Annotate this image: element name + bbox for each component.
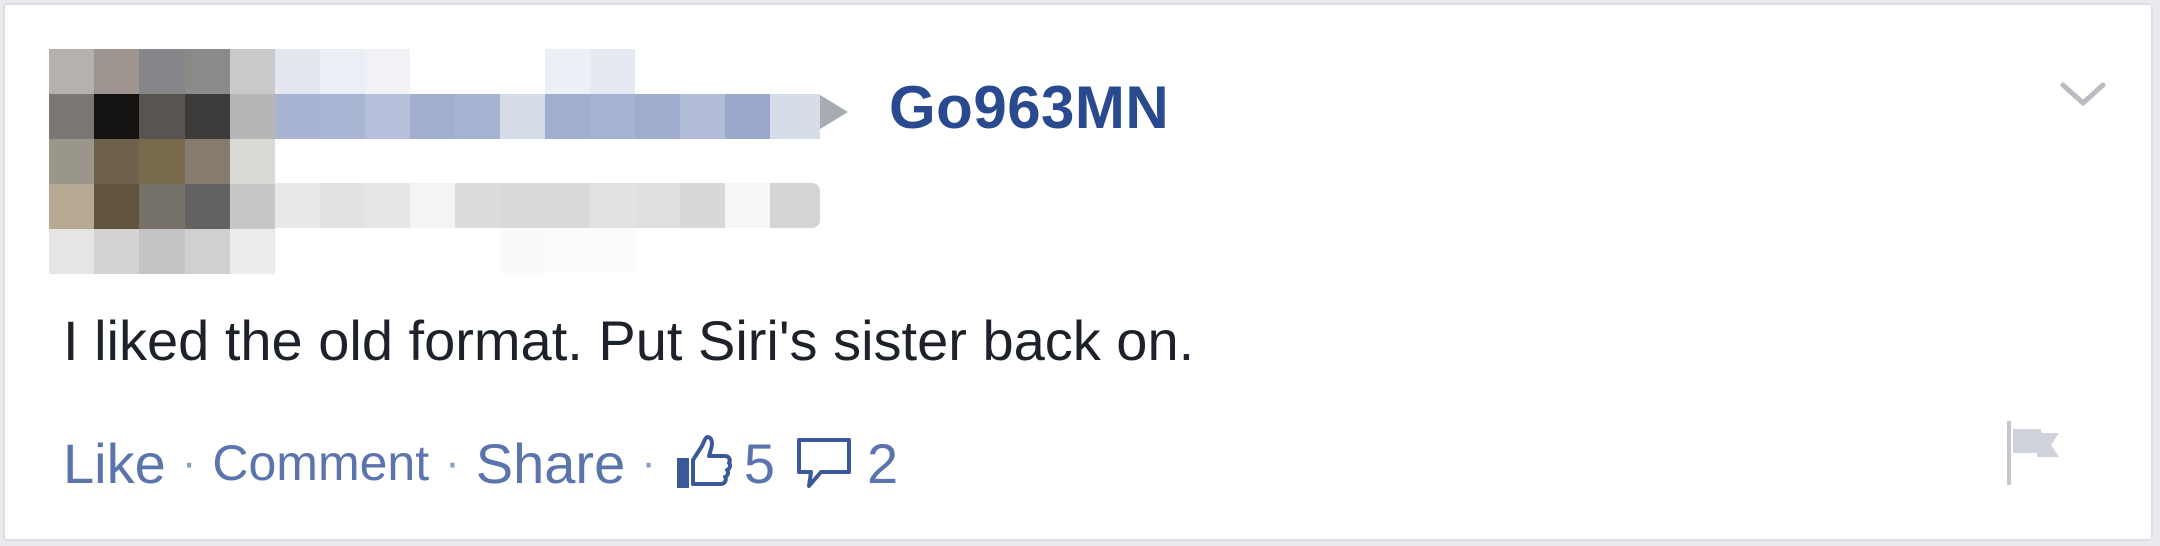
avatar[interactable]: [49, 49, 275, 274]
flag-icon[interactable]: [2003, 417, 2065, 489]
separator-dot: ·: [445, 438, 460, 487]
separator-dot: ·: [181, 438, 197, 487]
action-bar: Like · Comment · Share · 5 2: [63, 423, 898, 503]
separator-dot: ·: [641, 438, 656, 487]
like-count[interactable]: 5: [744, 431, 775, 496]
share-link[interactable]: Share: [476, 431, 625, 496]
speech-bubble-icon[interactable]: [795, 434, 853, 492]
redacted-subtitle: [275, 183, 820, 228]
post-card: Go963MN I liked the old format. Put Siri…: [3, 3, 2153, 541]
redacted-name-top: [275, 49, 635, 94]
chevron-down-icon[interactable]: [2059, 71, 2107, 119]
page-name-link[interactable]: Go963MN: [889, 73, 1169, 143]
like-link[interactable]: Like: [63, 431, 166, 496]
redacted-name[interactable]: [275, 94, 820, 139]
comment-link[interactable]: Comment: [212, 434, 429, 492]
triangle-right-icon: [820, 95, 848, 129]
redacted-subtitle-bottom: [275, 229, 635, 273]
comment-count[interactable]: 2: [867, 431, 898, 496]
thumbs-up-icon[interactable]: [672, 432, 734, 494]
post-text: I liked the old format. Put Siri's siste…: [63, 309, 1195, 372]
